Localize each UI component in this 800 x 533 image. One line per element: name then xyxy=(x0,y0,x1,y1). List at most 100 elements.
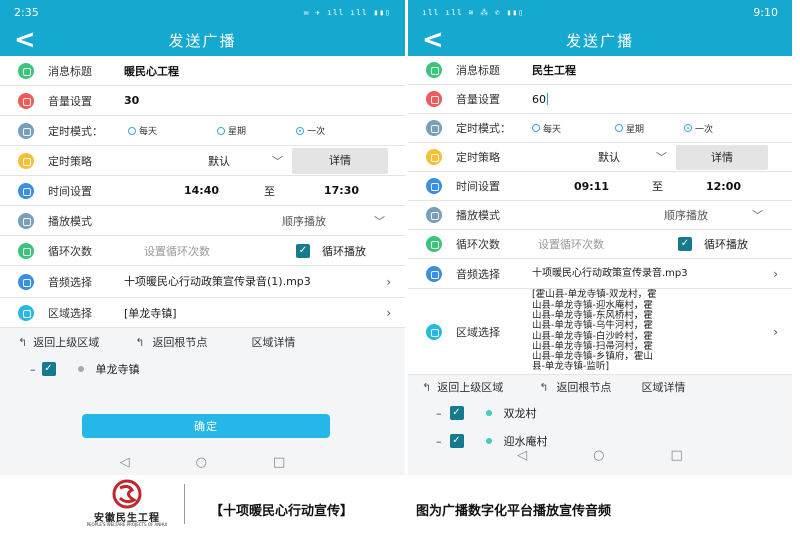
play-mode-label: 播放模式 xyxy=(48,214,92,228)
footer-divider xyxy=(184,484,185,524)
back-nav-icon[interactable]: ◁ xyxy=(120,455,130,470)
radio-daily[interactable]: 每天 xyxy=(532,122,561,135)
chevron-down-icon[interactable]: ﹀ xyxy=(656,149,667,165)
back-icon[interactable]: < xyxy=(14,24,36,56)
area-nav: ↰ 返回上级区域 ↰ 返回根节点 区域详情 xyxy=(0,328,405,356)
detail-button[interactable]: 详情 xyxy=(676,145,768,170)
text-cursor xyxy=(547,93,548,105)
radio-once[interactable]: 一次 xyxy=(296,124,325,137)
loop-checkbox-label: 循环播放 xyxy=(704,238,748,251)
strategy-icon xyxy=(18,152,34,169)
clock-icon xyxy=(18,182,34,199)
broadcast-form: 消息标题 暖民心工程 音量设置 30 定时模式： 每天 星期 一次 定时策略 默… xyxy=(0,56,405,328)
audio-icon xyxy=(18,273,34,290)
row-loop: 循环次数 设置循环次数 ✓ 循环播放 xyxy=(0,236,405,266)
row-play-mode: 播放模式 顺序播放 ﹀ xyxy=(0,206,405,236)
status-bar: ıll ıll ≋ ⁂ ✆ ▮▮▯ 9:10 xyxy=(408,0,792,24)
radio-weekly[interactable]: 星期 xyxy=(217,124,246,137)
row-loop: 循环次数 设置循环次数 ✓ 循环播放 xyxy=(408,230,792,259)
radio-once[interactable]: 一次 xyxy=(684,122,713,135)
row-area[interactable]: 区域选择 [霍山县-单龙寺镇-双龙村，霍 山县-单龙寺镇-迎水庵村，霍 山县-单… xyxy=(408,289,792,375)
chevron-down-icon[interactable]: ﹀ xyxy=(374,213,385,229)
message-title-label: 消息标题 xyxy=(456,64,500,77)
timer-icon xyxy=(426,120,442,136)
recents-nav-icon[interactable]: □ xyxy=(273,455,285,470)
back-to-root[interactable]: 返回根节点 xyxy=(152,334,207,350)
loop-count-input[interactable]: 设置循环次数 xyxy=(144,243,210,259)
volume-field[interactable]: 60 xyxy=(532,93,546,106)
row-message-title[interactable]: 消息标题 民生工程 xyxy=(408,56,792,85)
play-mode-select[interactable]: 顺序播放 xyxy=(664,207,708,223)
status-icons: ıll ıll ≋ ⁂ ✆ ▮▮▯ xyxy=(422,7,525,17)
home-nav-icon[interactable]: ○ xyxy=(593,448,604,463)
time-separator: 至 xyxy=(264,184,275,198)
chevron-right-icon[interactable]: › xyxy=(386,306,391,320)
status-icons: ✉ ✈ ıll ıll ▮▮▯ xyxy=(303,7,391,17)
tree-dash: – xyxy=(436,406,442,420)
tree-item-label: 双龙村 xyxy=(503,407,537,420)
row-volume[interactable]: 音量设置 60 xyxy=(408,85,792,114)
detail-button[interactable]: 详情 xyxy=(292,148,388,174)
volume-label: 音量设置 xyxy=(456,93,500,106)
time-label: 时间设置 xyxy=(456,180,500,193)
chevron-right-icon[interactable]: › xyxy=(773,267,778,281)
area-detail-link[interactable]: 区域详情 xyxy=(641,379,685,395)
end-time-field[interactable]: 12:00 xyxy=(706,180,741,193)
chevron-down-icon[interactable]: ﹀ xyxy=(752,207,763,223)
volume-field[interactable]: 30 xyxy=(124,94,139,107)
tree-dash: – xyxy=(30,362,36,376)
back-nav-icon[interactable]: ◁ xyxy=(517,448,527,463)
loop-checkbox[interactable]: ✓ xyxy=(678,237,692,251)
message-title-field[interactable]: 民生工程 xyxy=(532,62,576,78)
play-mode-icon xyxy=(18,212,34,229)
start-time-field[interactable]: 09:11 xyxy=(574,180,609,193)
back-icon[interactable]: < xyxy=(422,24,444,56)
chevron-right-icon[interactable]: › xyxy=(386,275,391,289)
area-label: 区域选择 xyxy=(48,306,92,320)
loop-icon xyxy=(426,236,442,252)
loop-count-input[interactable]: 设置循环次数 xyxy=(538,236,604,252)
back-to-root[interactable]: 返回根节点 xyxy=(556,379,611,395)
recents-nav-icon[interactable]: □ xyxy=(671,448,683,463)
row-message-title[interactable]: 消息标题 暖民心工程 xyxy=(0,56,405,86)
message-title-field[interactable]: 暖民心工程 xyxy=(124,63,179,79)
home-nav-icon[interactable]: ○ xyxy=(196,455,207,470)
status-time: 2:35 xyxy=(14,5,39,19)
volume-icon xyxy=(18,92,34,109)
row-audio[interactable]: 音频选择 十项暖民心行动政策宣传录音.mp3 › xyxy=(408,259,792,289)
page-title: 发送广播 xyxy=(168,31,237,50)
strategy-select[interactable]: 默认 xyxy=(208,153,230,169)
volume-icon xyxy=(426,91,442,107)
loop-checkbox[interactable]: ✓ xyxy=(296,243,310,258)
end-time-field[interactable]: 17:30 xyxy=(324,184,359,197)
audio-file-value: 十项暖民心行动政策宣传录音(1).mp3 xyxy=(124,275,311,288)
strategy-select[interactable]: 默认 xyxy=(598,149,620,165)
row-timing-mode: 定时模式： 每天 星期 一次 xyxy=(408,114,792,143)
row-audio[interactable]: 音频选择 十项暖民心行动政策宣传录音(1).mp3 › xyxy=(0,266,405,298)
strategy-label: 定时策略 xyxy=(48,154,92,168)
confirm-button[interactable]: 确定 xyxy=(82,414,330,438)
start-time-field[interactable]: 14:40 xyxy=(184,184,219,197)
row-area[interactable]: 区域选择 [单龙寺镇] › xyxy=(0,298,405,328)
tree-item[interactable]: – ✓ 单龙寺镇 xyxy=(0,356,405,382)
tree-checkbox[interactable]: ✓ xyxy=(449,406,464,420)
timer-icon xyxy=(18,122,34,139)
title-bar: < 发送广播 xyxy=(0,24,405,56)
tree-item[interactable]: – ✓ 双龙村 xyxy=(408,399,792,427)
tree-checkbox[interactable]: ✓ xyxy=(41,362,56,376)
chevron-right-icon[interactable]: › xyxy=(773,325,778,339)
back-to-parent-area[interactable]: 返回上级区域 xyxy=(437,379,503,395)
anhui-welfare-logo: 安徽民生工程 PEOPLE'S WELFARE PROJECTS OF ANHU… xyxy=(82,478,172,528)
area-icon xyxy=(426,323,442,340)
title-bar: < 发送广播 xyxy=(408,24,792,56)
chevron-down-icon[interactable]: ﹀ xyxy=(272,153,283,169)
back-to-parent-area[interactable]: 返回上级区域 xyxy=(33,334,99,350)
play-mode-select[interactable]: 顺序播放 xyxy=(282,213,326,229)
radio-weekly[interactable]: 星期 xyxy=(615,122,644,135)
row-volume[interactable]: 音量设置 30 xyxy=(0,86,405,116)
caption-text: 图为广播数字化平台播放宣传音频 xyxy=(416,504,612,519)
radio-daily[interactable]: 每天 xyxy=(128,124,157,137)
time-label: 时间设置 xyxy=(48,184,92,198)
area-detail-link[interactable]: 区域详情 xyxy=(251,334,295,350)
message-icon xyxy=(18,62,34,79)
